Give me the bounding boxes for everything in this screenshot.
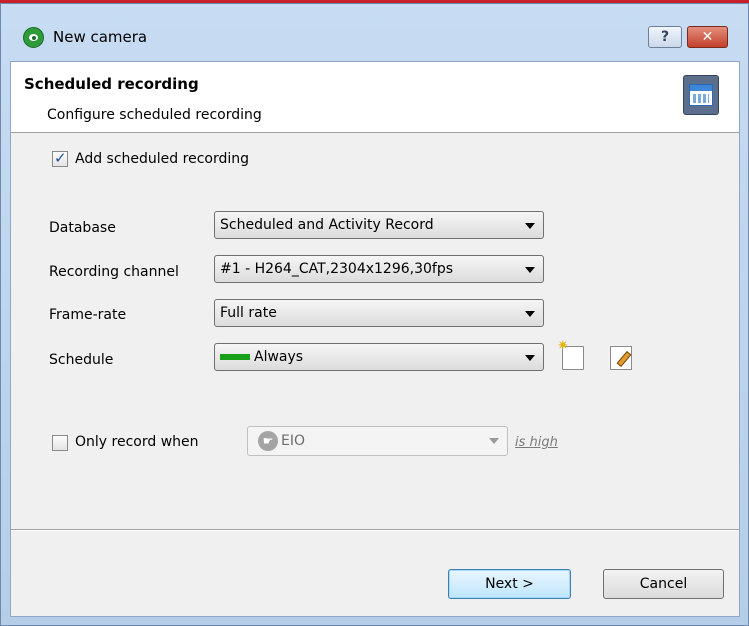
window-title: New camera	[53, 28, 148, 46]
chevron-down-icon	[525, 355, 535, 361]
schedule-value: Always	[254, 349, 304, 365]
framerate-value: Full rate	[220, 305, 277, 321]
trigger-select[interactable]: ☛ EIO	[247, 426, 508, 456]
page-title: Scheduled recording	[24, 75, 199, 93]
schedule-label: Schedule	[49, 352, 114, 368]
database-select[interactable]: Scheduled and Activity Record	[214, 211, 544, 239]
wizard-header: Scheduled recording Configure scheduled …	[11, 62, 739, 133]
chevron-down-icon	[525, 267, 535, 273]
dialog-window: New camera ? ✕ Scheduled recording Confi…	[0, 3, 749, 626]
calendar-film-icon	[683, 75, 719, 115]
eye-icon	[23, 27, 44, 48]
schedule-color-swatch	[220, 354, 250, 360]
channel-select[interactable]: #1 - H264_CAT,2304x1296,30fps	[214, 255, 544, 283]
add-scheduled-label: Add scheduled recording	[75, 151, 250, 167]
dialog-client: Scheduled recording Configure scheduled …	[10, 61, 740, 617]
add-scheduled-checkbox[interactable]	[52, 149, 68, 167]
channel-label: Recording channel	[49, 264, 179, 280]
chevron-down-icon	[525, 311, 535, 317]
next-button[interactable]: Next >	[448, 569, 571, 599]
chevron-down-icon	[489, 438, 499, 444]
database-value: Scheduled and Activity Record	[220, 217, 434, 233]
help-button[interactable]: ?	[648, 26, 682, 48]
hand-pointer-icon: ☛	[258, 431, 278, 451]
title-bar[interactable]: New camera ? ✕	[1, 4, 748, 62]
framerate-label: Frame-rate	[49, 307, 127, 323]
schedule-select[interactable]: Always	[214, 343, 544, 371]
close-button[interactable]: ✕	[687, 26, 728, 48]
edit-schedule-icon[interactable]	[610, 346, 632, 370]
trigger-condition-link[interactable]: is high	[515, 435, 558, 450]
database-label: Database	[49, 220, 116, 236]
new-schedule-icon[interactable]	[557, 338, 584, 370]
page-subtitle: Configure scheduled recording	[47, 107, 262, 123]
footer-divider	[11, 529, 739, 531]
channel-value: #1 - H264_CAT,2304x1296,30fps	[220, 261, 454, 277]
only-record-label: Only record when	[75, 434, 199, 450]
chevron-down-icon	[525, 223, 535, 229]
cancel-button[interactable]: Cancel	[603, 569, 724, 599]
framerate-select[interactable]: Full rate	[214, 299, 544, 327]
only-record-checkbox[interactable]	[52, 435, 68, 451]
trigger-value: EIO	[281, 433, 305, 449]
